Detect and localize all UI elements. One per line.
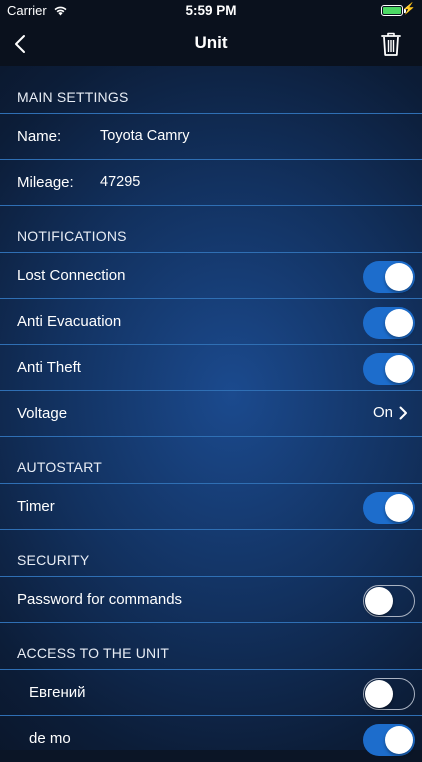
navigation-bar: Unit [0,22,422,66]
anti-theft-row: Anti Theft [0,345,422,391]
anti-evacuation-row: Anti Evacuation [0,299,422,345]
timer-label: Timer [17,498,55,515]
section-header-autostart: AUTOSTART [0,437,422,484]
voltage-detail[interactable]: On [373,404,408,421]
lost-connection-toggle[interactable] [363,261,415,293]
user-row: de mo [0,716,422,762]
lost-connection-row: Lost Connection [0,253,422,299]
mileage-row[interactable]: Mileage: 47295 [0,160,422,206]
anti-evacuation-label: Anti Evacuation [17,313,122,330]
voltage-value: On [372,404,393,421]
password-toggle[interactable] [363,585,415,617]
status-time: 5:59 PM [185,3,237,18]
name-label: Name: [17,128,62,145]
name-value[interactable]: Toyota Camry [100,128,189,144]
section-header-access: ACCESS TO THE UNIT [0,623,422,670]
trash-icon[interactable] [379,31,403,57]
user-access-toggle[interactable] [363,724,415,756]
battery-icon [381,5,406,16]
password-label: Password for commands [17,591,183,608]
name-row[interactable]: Name: Toyota Camry [0,114,422,160]
settings-list[interactable]: MAIN SETTINGS Name: Toyota Camry Mileage… [0,66,422,756]
timer-row: Timer [0,484,422,530]
anti-evacuation-toggle[interactable] [363,307,415,339]
chevron-right-icon [399,406,407,419]
mileage-label: Mileage: [17,174,74,191]
page-title: Unit [194,33,228,52]
user-access-toggle[interactable] [363,678,415,710]
status-bar: Carrier 5:59 PM ⚡ [0,0,422,22]
timer-toggle[interactable] [363,492,415,524]
section-header-security: SECURITY [0,530,422,577]
password-row: Password for commands [0,577,422,623]
anti-theft-label: Anti Theft [17,359,81,376]
section-header-main-settings: MAIN SETTINGS [0,66,422,114]
mileage-value[interactable]: 47295 [100,174,140,190]
voltage-label: Voltage [17,405,68,422]
user-row: Евгений [0,670,422,716]
charging-bolt-icon: ⚡ [402,3,416,15]
user-name: de mo [29,730,71,747]
section-header-notifications: NOTIFICATIONS [0,206,422,253]
anti-theft-toggle[interactable] [363,353,415,385]
lost-connection-label: Lost Connection [17,267,126,284]
user-name: Евгений [29,684,86,701]
voltage-row[interactable]: Voltage On [0,391,422,437]
